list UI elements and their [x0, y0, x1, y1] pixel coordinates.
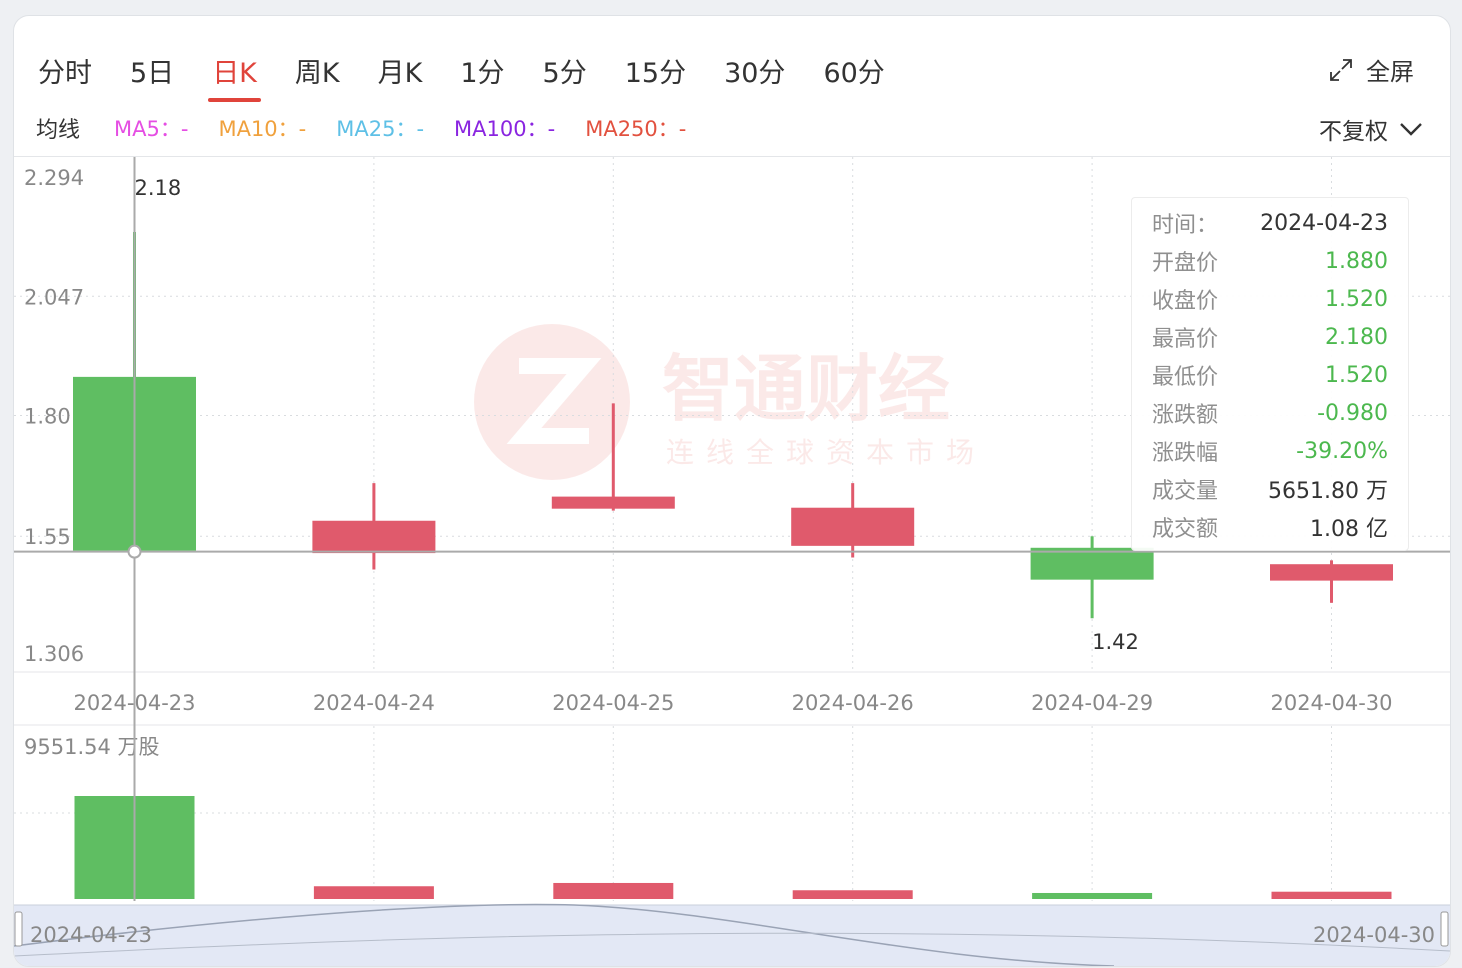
tooltip-key: 最低价 [1152, 365, 1219, 390]
date-tick-label: 2024-04-24 [313, 691, 435, 715]
tooltip-key: 涨跌额 [1152, 403, 1219, 428]
date-tick-label: 2024-04-30 [1270, 691, 1392, 715]
price-tick-label: 1.306 [24, 642, 84, 666]
navigator-end-label: 2024-04-30 [1313, 923, 1435, 947]
candle-body [551, 496, 675, 509]
volume-bar [1271, 891, 1392, 899]
tooltip-row: 成交量 5651.80 万 [1152, 470, 1388, 508]
tooltip-value: 5651.80 万 [1268, 479, 1388, 504]
high-label: 2.18 [135, 176, 182, 200]
date-tick-label: 2024-04-25 [552, 691, 674, 715]
tooltip-row: 收盘价 1.520 [1152, 280, 1388, 318]
volume-bar [1032, 892, 1153, 899]
kline-card: 分时 5日 日K 周K 月K 1分 5分 15分 30分 60分 全屏 均线 MA5：- MA10：… [13, 15, 1451, 967]
tooltip-row: 涨跌额 -0.980 [1152, 394, 1388, 432]
tooltip-value: -0.980 [1317, 400, 1388, 426]
watermark-subtitle: 连线全球资本市场 [666, 436, 986, 469]
navigator-left-handle[interactable] [14, 911, 23, 947]
tooltip-row: 开盘价 1.880 [1152, 242, 1388, 280]
tooltip-row: 最低价 1.520 [1152, 356, 1388, 394]
candle-body [791, 507, 915, 546]
watermark: 智通财经连线全球资本市场 [474, 324, 986, 480]
volume-max-label: 9551.54 万股 [24, 735, 160, 759]
date-tick-label: 2024-04-26 [792, 691, 914, 715]
tooltip-key: 成交量 [1152, 479, 1219, 504]
price-tick-label: 1.80 [24, 405, 71, 429]
tooltip-key: 时间： [1152, 213, 1219, 238]
tooltip-value: 1.520 [1325, 286, 1388, 312]
price-tick-label: 2.047 [24, 285, 84, 309]
navigator-start-label: 2024-04-23 [30, 923, 152, 947]
tooltip-key: 收盘价 [1152, 289, 1219, 314]
date-tick-label: 2024-04-29 [1031, 691, 1153, 715]
tooltip-row: 时间： 2024-04-23 [1152, 204, 1388, 242]
tooltip-value: 1.08 亿 [1310, 517, 1388, 542]
navigator-track [14, 905, 1450, 966]
tooltip-row: 涨跌幅 -39.20% [1152, 432, 1388, 470]
tooltip-row: 最高价 2.180 [1152, 318, 1388, 356]
tooltip-value: 1.520 [1325, 362, 1388, 388]
volume-bar [553, 882, 674, 899]
low-label: 1.42 [1092, 630, 1139, 654]
volume-bar [792, 890, 913, 899]
volume-bar [313, 886, 434, 899]
tooltip-value: 1.880 [1325, 248, 1388, 274]
tooltip-key: 最高价 [1152, 327, 1219, 352]
price-tick-label: 2.294 [24, 166, 84, 190]
tooltip-key: 开盘价 [1152, 251, 1219, 276]
candle-body [1270, 564, 1393, 581]
tooltip-row: 成交额 1.08 亿 [1152, 508, 1388, 546]
tooltip-key: 涨跌幅 [1152, 441, 1219, 466]
price-tick-label: 1.55 [24, 525, 71, 549]
tooltip-key: 成交额 [1152, 517, 1219, 542]
tooltip-panel: 时间： 2024-04-23 开盘价 1.880 收盘价 1.520 最高价 2.180 最低价… [1131, 197, 1409, 551]
tooltip-value: 2024-04-23 [1260, 210, 1388, 236]
crosshair-dot [127, 544, 142, 559]
tooltip-value: 2.180 [1325, 324, 1388, 350]
navigator-right-handle[interactable] [1440, 911, 1449, 947]
tooltip-value: -39.20% [1296, 438, 1388, 464]
candle-body [312, 520, 436, 554]
watermark-title: 智通财经 [662, 346, 950, 431]
